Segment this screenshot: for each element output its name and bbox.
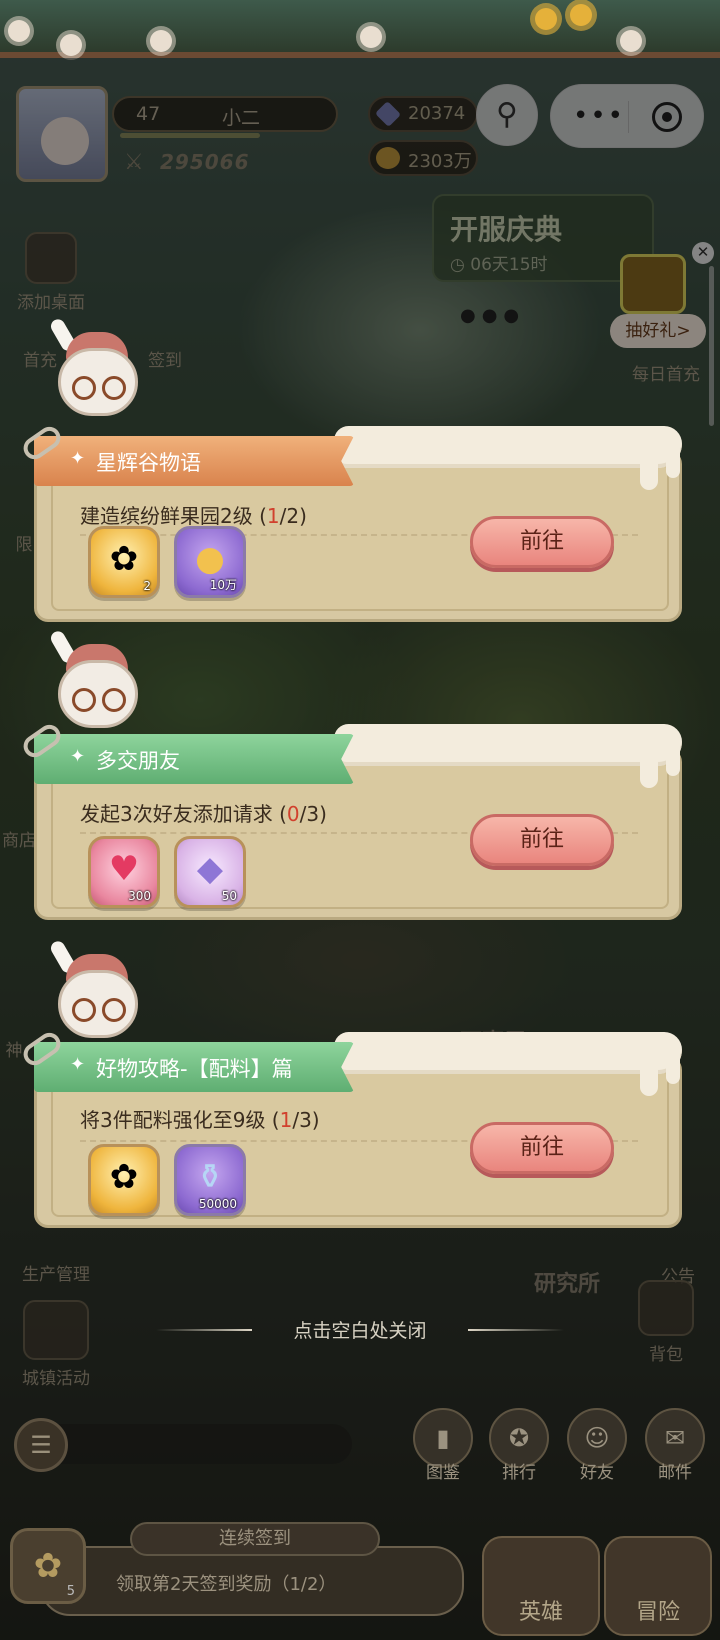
nav-rank-label: 排行 [502, 1463, 536, 1483]
sparkle-icon: ✦ [70, 746, 86, 767]
quest-title-ribbon: ✦ 多交朋友 [34, 734, 354, 784]
quest-progress-total: /2) [279, 504, 307, 528]
friends-icon: ☺ [567, 1408, 627, 1468]
sunflower-decoration [570, 4, 592, 26]
cookie-fairy-icon: ✿ [109, 539, 139, 579]
reward-item[interactable]: ♥ 300 [88, 836, 160, 908]
flower-decoration [150, 30, 172, 52]
reward-item[interactable]: ✿ [88, 1144, 160, 1216]
reward-item[interactable]: ✿ 2 [88, 526, 160, 598]
checkin-badge: 5 [66, 1584, 75, 1599]
reward-item[interactable]: ● 10万 [174, 526, 246, 598]
flower-decoration [620, 30, 642, 52]
nav-codex-button[interactable]: ▮ 图鉴 [408, 1408, 478, 1483]
adventure-button[interactable]: 冒险 [604, 1536, 712, 1636]
checkin-reward-icon[interactable]: ✿ 5 [10, 1528, 86, 1604]
checkin-header: 连续签到 [130, 1522, 380, 1556]
nav-friends-label: 好友 [580, 1463, 614, 1483]
cat-mascot [44, 628, 148, 734]
quest-card: ✦ 多交朋友 发起3次好友添加请求 (0/3) ♥ 300 ◆ 50 前往 [19, 720, 682, 920]
cat-mascot [44, 938, 148, 1044]
cookie-fairy-icon: ✿ [109, 1157, 139, 1197]
winged-heart-icon: ♥ [108, 849, 140, 889]
quest-title: 星辉谷物语 [96, 451, 201, 475]
icing-decoration [334, 1032, 682, 1074]
hero-button[interactable]: 英雄 [482, 1536, 600, 1636]
quest-progress-current: 1 [279, 1108, 293, 1132]
gold-coin-icon: ● [195, 539, 225, 579]
nav-mail-button[interactable]: ✉ 邮件 [640, 1408, 710, 1483]
adventure-label: 冒险 [635, 1600, 680, 1625]
quest-description: 建造缤纷鲜果园2级 (1/2) [80, 500, 307, 529]
go-button[interactable]: 前往 [470, 516, 614, 568]
checkin-panel[interactable]: 连续签到 领取第2天签到奖励（1/2） [40, 1522, 464, 1616]
chat-bar[interactable] [18, 1424, 352, 1464]
sunflower-decoration [535, 8, 557, 30]
reward-qty: 50 [221, 889, 237, 903]
close-hint[interactable]: 点击空白处关闭 [0, 1316, 720, 1343]
quest-description: 发起3次好友添加请求 (0/3) [80, 798, 327, 827]
quest-desc-text: 建造缤纷鲜果园2级 ( [80, 504, 267, 528]
nav-rank-button[interactable]: ✪ 排行 [484, 1408, 554, 1483]
potion-bottle-icon: ⚱ [195, 1157, 225, 1197]
quest-progress-current: 1 [266, 504, 280, 528]
quest-title-ribbon: ✦ 星辉谷物语 [34, 436, 354, 486]
nav-codex-label: 图鉴 [426, 1463, 460, 1483]
quest-description: 将3件配料强化至9级 (1/3) [80, 1104, 320, 1133]
nav-mail-label: 邮件 [658, 1463, 692, 1483]
reward-qty: 50000 [198, 1197, 237, 1211]
diamond-icon: ◆ [196, 849, 224, 889]
checkin-text: 领取第2天签到奖励（1/2） [116, 1574, 337, 1595]
hero-label: 英雄 [518, 1600, 563, 1625]
reward-qty: 300 [128, 889, 151, 903]
chat-bubble-icon[interactable]: ☰ [14, 1418, 68, 1472]
flower-decoration [360, 26, 382, 48]
cat-mascot [44, 316, 148, 422]
reward-qty: 2 [143, 579, 151, 593]
quest-progress-total: /3) [299, 802, 327, 826]
nav-friends-button[interactable]: ☺ 好友 [562, 1408, 632, 1483]
quest-card: ✦ 好物攻略-【配料】篇 将3件配料强化至9级 (1/3) ✿ ⚱ 50000 … [19, 1028, 682, 1228]
quest-progress-current: 0 [286, 802, 300, 826]
book-icon: ▮ [413, 1408, 473, 1468]
quest-title-ribbon: ✦ 好物攻略-【配料】篇 [34, 1042, 354, 1092]
icing-decoration [334, 724, 682, 766]
reward-qty: 10万 [209, 578, 237, 592]
quest-card: ✦ 星辉谷物语 建造缤纷鲜果园2级 (1/2) ✿ 2 ● 10万 前往 [19, 422, 682, 622]
quest-desc-text: 发起3次好友添加请求 ( [80, 802, 287, 826]
flower-decoration [8, 20, 30, 42]
go-button[interactable]: 前往 [470, 814, 614, 866]
top-flower-border [0, 0, 720, 58]
quest-title: 多交朋友 [96, 749, 180, 773]
quest-title: 好物攻略-【配料】篇 [96, 1057, 293, 1081]
quest-desc-text: 将3件配料强化至9级 ( [80, 1108, 280, 1132]
reward-item[interactable]: ◆ 50 [174, 836, 246, 908]
go-button[interactable]: 前往 [470, 1122, 614, 1174]
sparkle-icon: ✦ [70, 1054, 86, 1075]
sparkle-icon: ✦ [70, 448, 86, 469]
icing-decoration [334, 426, 682, 468]
reward-item[interactable]: ⚱ 50000 [174, 1144, 246, 1216]
flower-decoration [60, 34, 82, 56]
medal-icon: ✪ [489, 1408, 549, 1468]
quest-progress-total: /3) [292, 1108, 320, 1132]
mail-icon: ✉ [645, 1408, 705, 1468]
